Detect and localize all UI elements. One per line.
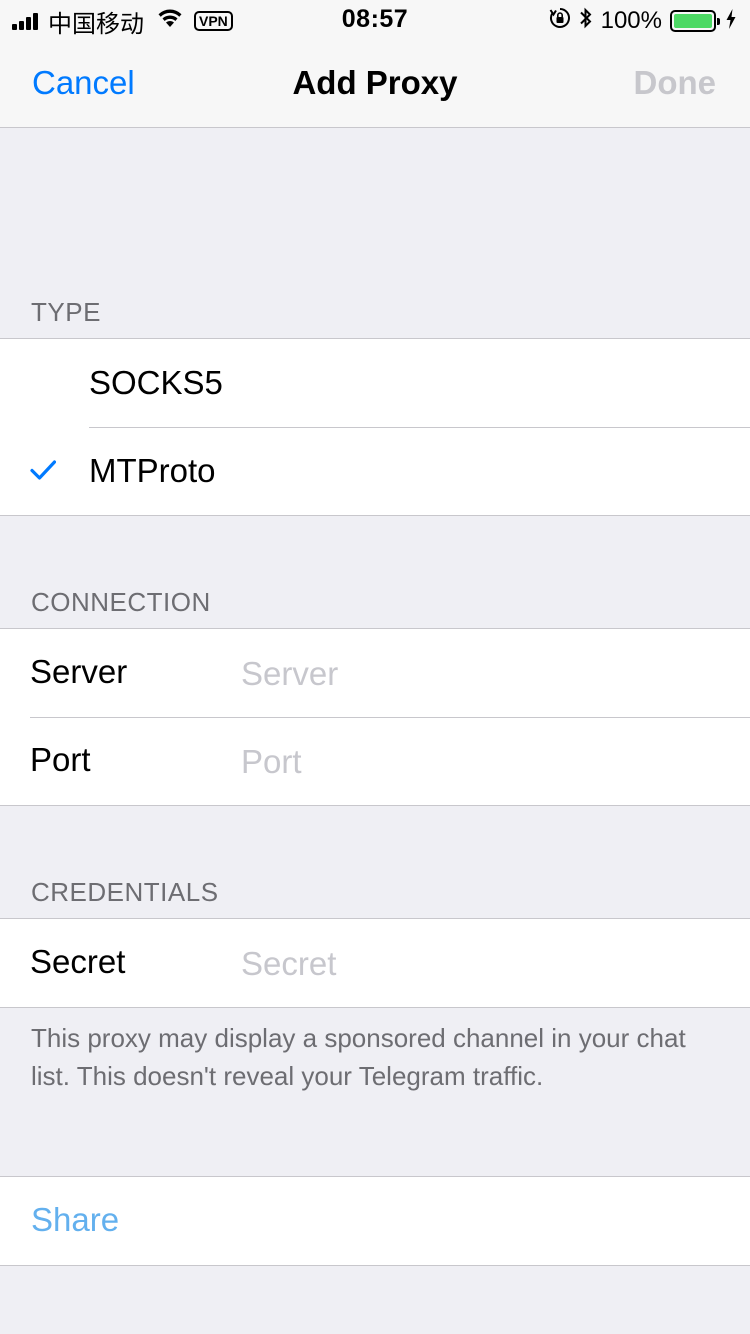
battery-percentage: 100% — [600, 7, 662, 34]
checkmark-icon — [30, 457, 57, 483]
connection-section-header: CONNECTION — [31, 587, 211, 617]
connection-group: Server Port — [0, 628, 750, 806]
port-label: Port — [30, 741, 91, 778]
type-section-header: TYPE — [31, 297, 101, 327]
secret-input[interactable] — [241, 939, 721, 989]
server-label: Server — [30, 653, 128, 690]
type-option-mtproto[interactable]: MTProto — [0, 427, 750, 515]
done-button[interactable]: Done — [634, 64, 717, 102]
status-bar: 中国移动 VPN 08:57 100% — [0, 0, 750, 40]
type-option-label: MTProto — [89, 452, 216, 489]
add-proxy-screen: 中国移动 VPN 08:57 100% Cancel Add Proxy Don… — [0, 0, 750, 1334]
type-group: SOCKS5 MTProto — [0, 338, 750, 516]
charging-icon — [726, 7, 736, 36]
status-right: 100% — [541, 6, 736, 36]
secret-row: Secret — [0, 919, 750, 1007]
server-row: Server — [0, 629, 750, 717]
sponsored-channel-note: This proxy may display a sponsored chann… — [31, 1023, 686, 1091]
orientation-lock-icon — [549, 7, 571, 36]
bluetooth-icon — [579, 6, 593, 37]
share-group: Share — [0, 1176, 750, 1266]
battery-icon — [670, 10, 720, 32]
secret-label: Secret — [30, 943, 126, 980]
type-option-label: SOCKS5 — [89, 364, 223, 401]
type-option-socks5[interactable]: SOCKS5 — [0, 339, 750, 427]
top-area: 中国移动 VPN 08:57 100% Cancel Add Proxy Don… — [0, 0, 750, 128]
port-input[interactable] — [241, 737, 721, 787]
share-button[interactable]: Share — [0, 1177, 750, 1265]
navigation-bar: Cancel Add Proxy Done — [0, 40, 750, 128]
credentials-group: Secret — [0, 918, 750, 1008]
port-row: Port — [0, 717, 750, 805]
share-label: Share — [31, 1201, 120, 1238]
credentials-section-header: CREDENTIALS — [31, 877, 219, 907]
battery-fill — [674, 14, 712, 28]
server-input[interactable] — [241, 649, 721, 699]
